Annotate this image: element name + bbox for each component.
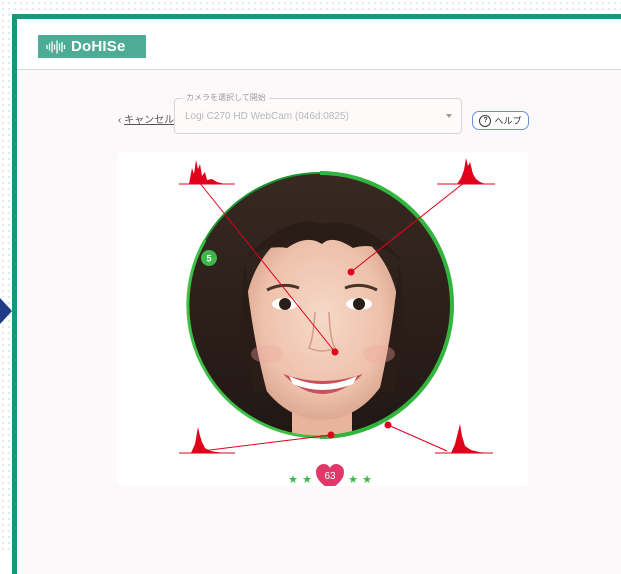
help-icon: ? (479, 114, 492, 127)
svg-text:5: 5 (206, 254, 211, 264)
side-arrow-icon (0, 298, 12, 324)
score-value: 63 (324, 471, 336, 482)
star-icon: ★ (362, 473, 372, 486)
face-analysis-canvas: 5 ★ ★ ★ ★ 63 (179, 158, 495, 486)
histogram-top-left (179, 160, 235, 185)
help-button[interactable]: ? ヘルプ (472, 111, 529, 130)
header-bar: DoHISe (17, 19, 621, 70)
cancel-link[interactable]: ‹ キャンセル (118, 111, 174, 126)
camera-select-legend: カメラを選択して開始 (183, 92, 269, 103)
star-icon: ★ (348, 473, 358, 486)
histogram-top-right (437, 158, 495, 185)
app-logo[interactable]: DoHISe (38, 35, 146, 58)
app-window: DoHISe ‹ キャンセル カメラを選択して開始 Logi C270 HD W… (12, 14, 621, 574)
face-photo (188, 173, 452, 437)
chevron-down-icon[interactable] (446, 114, 452, 118)
score-heart: 63 (316, 464, 344, 486)
star-icon: ★ (302, 473, 312, 486)
waveform-icon (46, 39, 66, 54)
histogram-bottom-left (179, 427, 235, 454)
help-label: ヘルプ (494, 116, 522, 126)
camera-select[interactable]: カメラを選択して開始 Logi C270 HD WebCam (046d:082… (174, 92, 462, 134)
star-icon: ★ (288, 473, 298, 486)
app-name: DoHISe (71, 38, 126, 55)
histogram-bottom-right (435, 424, 493, 454)
progress-badge: 5 (201, 250, 217, 266)
face-analysis-panel: 5 ★ ★ ★ ★ 63 (117, 152, 528, 486)
camera-select-value: Logi C270 HD WebCam (046d:0825) (185, 111, 349, 122)
cancel-label: キャンセル (124, 115, 175, 126)
